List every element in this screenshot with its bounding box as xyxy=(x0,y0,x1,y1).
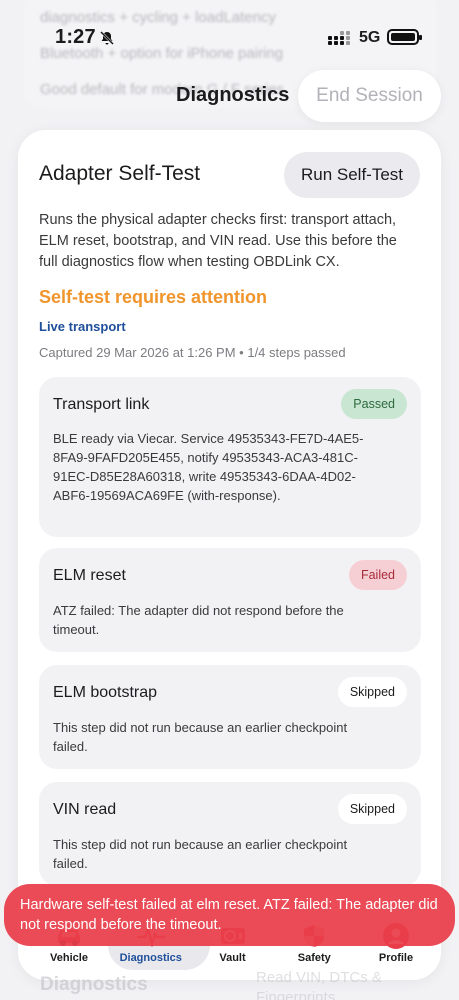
status-badge: Skipped xyxy=(337,794,407,824)
network-type: 5G xyxy=(359,29,381,46)
step-vin-read: VIN read Skipped This step did not run b… xyxy=(39,782,421,886)
status-badge: Failed xyxy=(348,560,407,590)
step-description: This step did not run because an earlier… xyxy=(53,720,348,754)
step-elm-reset: ELM reset Failed ATZ failed: The adapter… xyxy=(39,548,421,652)
error-toast[interactable]: Hardware self-test failed at elm reset. … xyxy=(4,884,455,946)
captured-summary: Captured 29 Mar 2026 at 1:26 PM • 1/4 st… xyxy=(39,345,346,360)
battery-icon xyxy=(387,29,422,45)
step-description: This step did not run because an earlier… xyxy=(53,837,348,871)
card-description: Runs the physical adapter checks first: … xyxy=(39,212,397,270)
status-badge: Skipped xyxy=(337,677,407,707)
step-title: VIN read xyxy=(53,801,117,818)
toast-message: Hardware self-test failed at elm reset. … xyxy=(20,897,438,933)
step-title: ELM reset xyxy=(53,567,126,584)
run-self-test-button[interactable]: Run Self-Test xyxy=(284,152,420,198)
attention-heading: Self-test requires attention xyxy=(39,287,268,307)
signal-icon xyxy=(328,31,350,45)
page-title: Diagnostics xyxy=(176,84,290,106)
step-description: ATZ failed: The adapter did not respond … xyxy=(53,603,344,637)
bell-muted-icon xyxy=(100,31,114,45)
status-badge: Passed xyxy=(341,389,407,419)
card-title: Adapter Self-Test xyxy=(39,162,201,185)
end-session-button[interactable]: End Session xyxy=(298,70,441,122)
status-bar: 1:27 5G xyxy=(0,0,459,72)
step-title: ELM bootstrap xyxy=(53,684,158,701)
tab-label: Safety xyxy=(297,952,331,964)
tab-label: Profile xyxy=(378,952,414,964)
step-description: BLE ready via Viecar. Service 49535343-F… xyxy=(53,431,364,503)
tab-label: Vehicle xyxy=(50,952,88,964)
step-elm-bootstrap: ELM bootstrap Skipped This step did not … xyxy=(39,665,421,769)
tab-label: Vault xyxy=(219,952,246,964)
transport-label: Live transport xyxy=(39,319,126,334)
tab-label: Diagnostics xyxy=(119,952,182,964)
ghost-heading: Diagnostics xyxy=(40,974,148,995)
step-title: Transport link xyxy=(53,396,150,413)
status-time: 1:27 xyxy=(55,26,96,48)
ghost-text: Read VIN, DTCs & Fingerprints xyxy=(256,969,382,1000)
step-transport-link: Transport link Passed BLE ready via Viec… xyxy=(39,377,421,537)
self-test-card: Adapter Self-Test Run Self-Test Runs the… xyxy=(18,130,441,980)
